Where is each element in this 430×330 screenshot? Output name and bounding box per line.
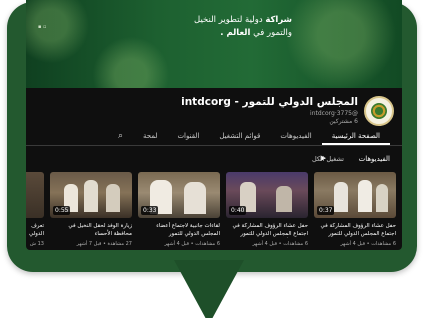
channel-banner: شراكة دولية لتطوير النخيل والتمور في الع… (26, 0, 402, 88)
palm-decoration-icon (86, 30, 176, 88)
video-meta: 13 ش (29, 241, 44, 247)
tab-channels[interactable]: القنوات (167, 132, 209, 145)
video-thumbnail[interactable]: 0:40 (226, 172, 308, 218)
search-icon[interactable]: ⌕ (108, 131, 133, 145)
tab-about[interactable]: لمحة (133, 132, 167, 145)
channel-handle: @intdcorg·3775 (310, 110, 358, 117)
video-meta: 6 مشاهدات • قبل 4 أشهر (252, 241, 308, 247)
play-all-button[interactable]: تشغيل الكل (312, 155, 344, 163)
video-card[interactable]: 0:40 حفل عشاء الرؤوف المشاركة في اجتماع … (226, 172, 308, 250)
channel-subscribers: 6 مشتركين (329, 118, 358, 125)
tab-videos[interactable]: الفيديوهات (270, 132, 321, 145)
channel-header: المجلس الدولي للتمور - intdcorg @intdcor… (26, 90, 402, 128)
video-title[interactable]: حفل عشاء الرؤوف المشاركة في اجتماع المجل… (314, 222, 396, 238)
video-title[interactable]: لقاءات جانبية لاجتماع أعضاء المجلس الدول… (138, 222, 220, 238)
video-duration: 0:37 (317, 206, 335, 215)
video-card[interactable]: 0:37 حفل عشاء الرؤوف المشاركة في اجتماع … (314, 172, 396, 250)
video-thumbnail[interactable] (26, 172, 44, 218)
channel-avatar[interactable] (364, 96, 394, 126)
tab-playlists[interactable]: قوائم التشغيل (209, 132, 270, 145)
videos-section-header: الفيديوهات ▶ تشغيل الكل (26, 153, 402, 167)
video-meta: 6 مشاهدات • قبل 4 أشهر (340, 241, 396, 247)
video-thumbnail[interactable]: 0:33 (138, 172, 220, 218)
video-title[interactable]: تعرف الدولي (26, 222, 44, 238)
video-thumbnail[interactable]: 0:37 (314, 172, 396, 218)
banner-slogan-line1: دولية لتطوير النخيل (194, 15, 266, 25)
banner-slogan: شراكة دولية لتطوير النخيل والتمور في الع… (172, 14, 292, 40)
video-card[interactable]: تعرف الدولي 13 ش (26, 172, 44, 250)
promo-stage: شراكة دولية لتطوير النخيل والتمور في الع… (0, 0, 430, 330)
banner-logo-text: ▪ ▫ (38, 24, 47, 30)
palm-decoration-icon (276, 0, 402, 88)
video-meta: 6 مشاهدات • قبل 4 أشهر (164, 241, 220, 247)
section-title: الفيديوهات (358, 155, 390, 163)
tab-home[interactable]: الصفحة الرئيسية (321, 132, 390, 145)
date-palm-logo-icon (371, 103, 387, 119)
banner-slogan-bold-2: العالم . (220, 28, 251, 38)
speech-bubble-tail (174, 260, 244, 318)
videos-row: 0:37 حفل عشاء الرؤوف المشاركة في اجتماع … (26, 172, 402, 250)
video-duration: 0:33 (141, 206, 159, 215)
banner-slogan-bold-1: شراكة (265, 15, 292, 25)
channel-name: المجلس الدولي للتمور - intdcorg (181, 96, 358, 108)
palm-decoration-icon (26, 0, 96, 70)
video-duration: 0:55 (53, 206, 71, 215)
video-thumbnail[interactable]: 0:55 (50, 172, 132, 218)
video-card[interactable]: 0:55 زيارة الوفد لحقل النخيل في محافظة ا… (50, 172, 132, 250)
channel-tabs: الصفحة الرئيسية الفيديوهات قوائم التشغيل… (26, 128, 402, 146)
video-meta: 27 مشاهدة • قبل 7 أشهر (76, 241, 132, 247)
video-card[interactable]: 0:33 لقاءات جانبية لاجتماع أعضاء المجلس … (138, 172, 220, 250)
video-title[interactable]: زيارة الوفد لحقل النخيل في محافظة الأحسا… (50, 222, 132, 238)
banner-slogan-line2: والتمور في (250, 28, 292, 38)
youtube-channel-window: شراكة دولية لتطوير النخيل والتمور في الع… (26, 0, 402, 250)
video-title[interactable]: حفل عشاء الرؤوف المشاركة في اجتماع المجل… (226, 222, 308, 238)
video-duration: 0:40 (229, 206, 247, 215)
